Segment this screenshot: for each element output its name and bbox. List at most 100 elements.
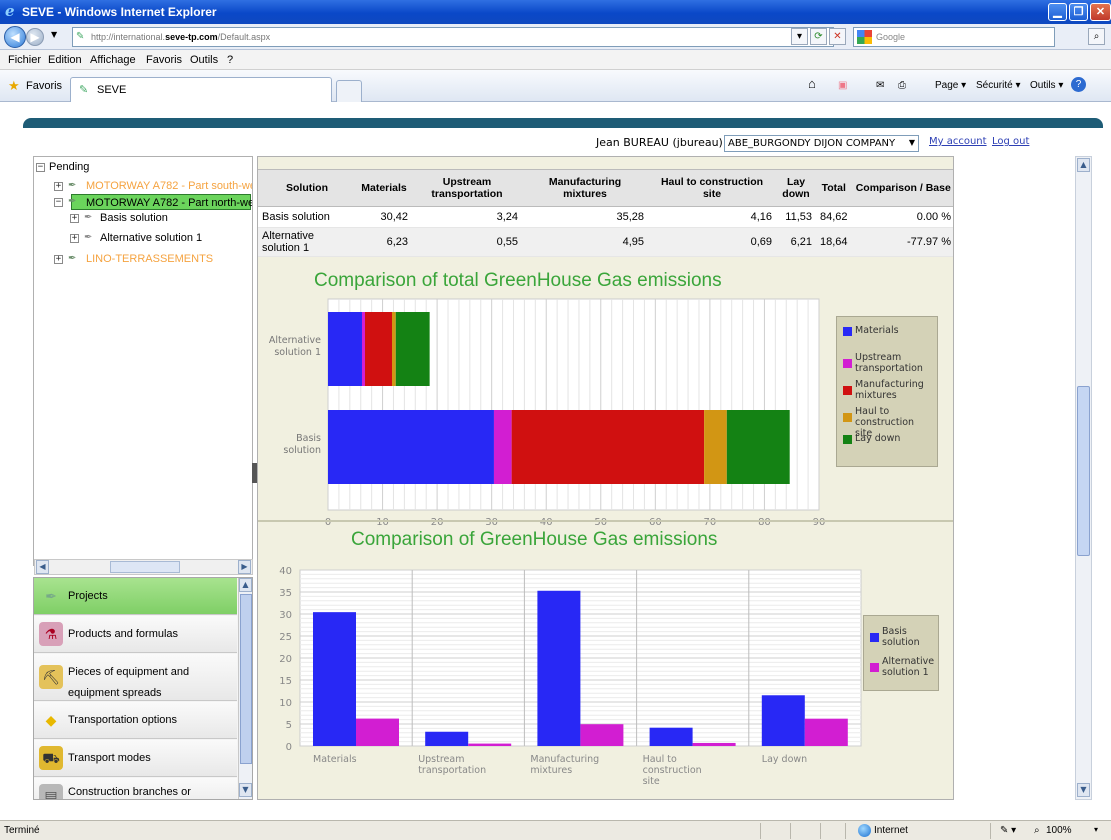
legend-label: Basis solution — [882, 626, 920, 648]
pen-icon: ✒ — [68, 180, 77, 191]
table-row: Basis solution 30,42 3,24 35,28 4,16 11,… — [258, 206, 953, 228]
bar — [580, 724, 624, 746]
collapse-icon[interactable]: − — [54, 198, 63, 207]
mail-icon[interactable]: ✉ — [876, 80, 884, 91]
tree-node-lino[interactable]: LINO-TERRASSEMENTS — [86, 253, 213, 265]
logout-link[interactable]: Log out — [992, 136, 1029, 147]
tree-node-basis-solution[interactable]: Basis solution — [100, 212, 168, 224]
table-cell: Basis solution — [258, 206, 356, 228]
flask-icon: ⚗ — [39, 622, 63, 646]
maximize-button[interactable]: ❐ — [1069, 3, 1088, 21]
history-dropdown-icon[interactable]: ▼ — [51, 30, 57, 39]
refresh-icon[interactable]: ⟳ — [810, 28, 827, 45]
building-icon: ▤ — [39, 784, 63, 799]
tab-seve[interactable]: ✎ SEVE — [70, 77, 332, 102]
scroll-up-icon[interactable]: ▲ — [239, 578, 252, 592]
menu-outils[interactable]: Outils — [190, 54, 218, 66]
tree-node-motorway-north[interactable]: MOTORWAY A782 - Part north-wes — [86, 197, 252, 209]
scroll-down-icon[interactable]: ▼ — [1077, 783, 1090, 797]
status-bar: Terminé Internet ✎ ▾ ⌕ 100% ▾ — [0, 820, 1111, 840]
nav-equipment[interactable]: ⛏ Pieces of equipment and equipment spre… — [34, 654, 237, 701]
pen-icon: ✒ — [68, 253, 77, 264]
nav-transportation-options[interactable]: ◆ Transportation options — [34, 702, 237, 739]
expand-icon[interactable]: + — [54, 182, 63, 191]
zoom-icon[interactable]: ⌕ — [1034, 825, 1040, 836]
legend-label: Upstream transportation — [855, 352, 923, 374]
table-header: Total — [816, 169, 852, 207]
legend-label: Manufacturing mixtures — [855, 379, 924, 401]
back-icon[interactable]: ◀ — [4, 26, 26, 48]
zoom-level[interactable]: 100% — [1046, 825, 1072, 836]
x-category-label: construction — [643, 765, 702, 776]
nav-transport-modes[interactable]: ⛟ Transport modes — [34, 740, 237, 777]
favorites-bar: ★ Favoris ✎ SEVE ⌂ ▣ ✉ ⎙ Page ▾ Sécurité… — [0, 70, 1111, 102]
protected-mode-icon[interactable]: ✎ ▾ — [1000, 825, 1016, 836]
nav-products-formulas[interactable]: ⚗ Products and formulas — [34, 616, 237, 653]
zoom-dropdown-icon[interactable]: ▾ — [1094, 825, 1098, 834]
chevron-down-icon: ▼ — [908, 138, 915, 147]
table-cell: 84,62 — [816, 206, 852, 228]
warning-sign-icon: ◆ — [45, 712, 57, 728]
search-icon[interactable]: ⌕ — [1088, 28, 1105, 45]
expand-icon[interactable]: + — [54, 255, 63, 264]
x-category-label: Upstream — [418, 754, 464, 765]
home-icon[interactable]: ⌂ — [808, 76, 816, 91]
minimize-button[interactable]: ▁ — [1048, 3, 1067, 21]
table-row: Alternative solution 1 6,23 0,55 4,95 0,… — [258, 227, 953, 257]
menu-favoris[interactable]: Favoris — [146, 54, 182, 66]
menu-edition[interactable]: Edition — [48, 54, 82, 66]
scroll-thumb[interactable] — [110, 561, 180, 573]
collapse-icon[interactable]: − — [36, 163, 45, 172]
page-scrollbar[interactable]: ▲ ▼ — [1075, 156, 1092, 800]
security-menu[interactable]: Sécurité ▾ — [976, 80, 1020, 91]
bar-segment — [511, 410, 705, 484]
close-button[interactable]: ✕ — [1090, 3, 1111, 21]
y-tick-label: 25 — [279, 632, 292, 643]
scroll-up-icon[interactable]: ▲ — [1077, 158, 1090, 172]
search-field[interactable]: Google — [853, 27, 1055, 47]
panel-splitter-handle[interactable] — [252, 463, 257, 483]
bar — [425, 731, 469, 746]
tree-root-pending[interactable]: Pending — [49, 161, 89, 173]
feeds-icon[interactable]: ▣ — [838, 80, 847, 91]
legend-swatch — [843, 359, 852, 368]
address-dropdown-icon[interactable]: ▾ — [791, 28, 808, 45]
menu-bar: Fichier Edition Affichage Favoris Outils… — [0, 50, 1111, 70]
favorites-button[interactable]: Favoris — [26, 80, 62, 92]
table-cell: 35,28 — [522, 206, 648, 228]
table-cell: 18,64 — [816, 227, 852, 257]
page-menu[interactable]: Page ▾ — [935, 80, 966, 91]
legend-swatch — [843, 413, 852, 422]
scroll-left-icon[interactable]: ◀ — [36, 560, 49, 574]
my-account-link[interactable]: My account — [929, 136, 987, 147]
print-icon[interactable]: ⎙ — [898, 80, 906, 91]
tree-horizontal-scrollbar[interactable]: ◀ ▶ — [34, 559, 253, 575]
y-tick-label: 35 — [279, 588, 292, 599]
menu-affichage[interactable]: Affichage — [90, 54, 136, 66]
company-select[interactable]: ABE_BURGONDY DIJON COMPANY ▼ — [724, 135, 919, 152]
help-icon[interactable]: ? — [1071, 77, 1086, 92]
tree-node-alternative-solution[interactable]: Alternative solution 1 — [100, 232, 202, 244]
expand-icon[interactable]: + — [70, 234, 79, 243]
x-category-label: mixtures — [530, 765, 572, 776]
user-name: Jean BUREAU (jbureau) — [596, 136, 723, 149]
scroll-thumb[interactable] — [1077, 386, 1090, 556]
tree-node-motorway-south[interactable]: MOTORWAY A782 - Part south-wes — [86, 180, 252, 192]
new-tab-button[interactable] — [336, 80, 362, 102]
scroll-down-icon[interactable]: ▼ — [239, 783, 252, 797]
stop-icon[interactable]: ✕ — [829, 28, 846, 45]
url-field[interactable]: ✎ http://international.seve-tp.com/Defaul… — [72, 27, 834, 47]
expand-icon[interactable]: + — [70, 214, 79, 223]
forward-icon[interactable]: ▶ — [26, 28, 44, 46]
menu-help[interactable]: ? — [227, 54, 233, 66]
nav-projects[interactable]: ✒ Projects — [34, 578, 237, 615]
menu-fichier[interactable]: Fichier — [8, 54, 41, 66]
tools-menu[interactable]: Outils ▾ — [1030, 80, 1063, 91]
nav-construction-branches[interactable]: ▤ Construction branches or — [34, 778, 237, 799]
scroll-thumb[interactable] — [240, 594, 252, 764]
scroll-right-icon[interactable]: ▶ — [238, 560, 251, 574]
bar-segment — [395, 312, 430, 386]
legend-label: Materials — [855, 325, 899, 336]
window-title-bar: e SEVE - Windows Internet Explorer ▁ ❐ ✕ — [0, 0, 1111, 24]
nav-scrollbar[interactable]: ▲ ▼ — [238, 578, 252, 799]
